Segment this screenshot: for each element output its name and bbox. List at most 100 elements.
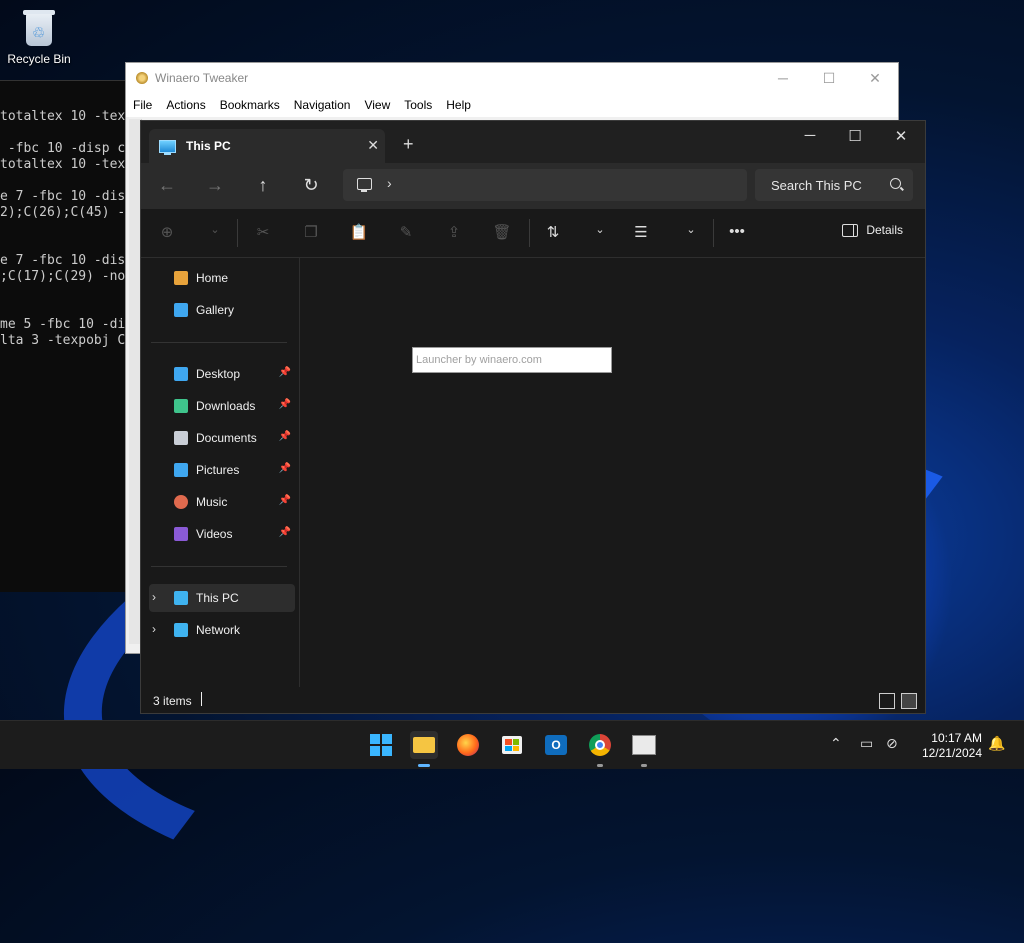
launcher-placeholder: Launcher by winaero.com xyxy=(416,354,542,366)
sidebar-item-desktop[interactable]: Desktop 📌 xyxy=(149,360,295,388)
pin-icon: 📌 xyxy=(278,367,291,378)
tweaker-maximize-button[interactable]: ☐ xyxy=(806,70,852,87)
pin-icon: 📌 xyxy=(278,399,291,410)
copy-icon[interactable]: ❐ xyxy=(299,223,323,241)
clock-date: 12/21/2024 xyxy=(921,746,982,760)
this-pc-icon xyxy=(159,139,176,155)
menu-file[interactable]: File xyxy=(126,98,159,112)
sidebar-item-label: Videos xyxy=(196,527,233,541)
tweaker-close-button[interactable]: ✕ xyxy=(852,70,898,87)
file-list-pane[interactable]: Launcher by winaero.com xyxy=(300,258,924,688)
expand-chevron-icon[interactable]: › xyxy=(152,590,156,604)
refresh-button[interactable]: ↻ xyxy=(299,175,323,196)
file-explorer-icon[interactable] xyxy=(410,731,438,767)
show-hidden-icons-icon[interactable]: ⌃ xyxy=(830,735,842,752)
notifications-bell-icon[interactable]: 🔔 xyxy=(988,735,1005,752)
expand-chevron-icon[interactable]: › xyxy=(152,622,156,636)
navigation-bar: ← → ↑ ↻ › Search This PC xyxy=(141,163,925,209)
more-options-icon[interactable]: ••• xyxy=(725,223,749,240)
item-count: 3 items xyxy=(153,694,192,708)
network-icon xyxy=(174,623,188,637)
details-pane-button[interactable]: Details xyxy=(842,223,903,237)
delete-icon[interactable]: 🗑 xyxy=(490,223,514,241)
sidebar-item-videos[interactable]: Videos 📌 xyxy=(149,520,295,548)
launcher-input[interactable]: Launcher by winaero.com xyxy=(412,347,612,373)
desktop-icon-recycle-bin[interactable]: ♲ Recycle Bin xyxy=(4,6,74,66)
close-tab-icon[interactable]: ✕ xyxy=(367,137,379,154)
downloads-icon xyxy=(174,399,188,413)
desktop-icon-label: Recycle Bin xyxy=(7,52,71,66)
share-icon[interactable]: ⇪ xyxy=(442,223,466,241)
details-label: Details xyxy=(866,223,903,237)
status-divider xyxy=(201,692,202,706)
firefox-icon[interactable] xyxy=(454,731,482,759)
search-box[interactable]: Search This PC xyxy=(755,169,913,201)
sidebar-item-label: Downloads xyxy=(196,399,256,413)
sidebar-item-label: Pictures xyxy=(196,463,240,477)
tab-this-pc[interactable]: This PC ✕ xyxy=(149,129,385,163)
paste-icon[interactable]: 📋 xyxy=(347,223,371,241)
address-bar[interactable]: › xyxy=(343,169,747,201)
breadcrumb-chevron-icon[interactable]: › xyxy=(387,175,392,191)
taskbar: O ⌃ ▭ ⊘ 10:17 AM 12/21/2024 🔔 xyxy=(0,720,1024,769)
gallery-icon xyxy=(174,303,188,317)
menu-actions[interactable]: Actions xyxy=(159,98,212,112)
sidebar-item-label: Documents xyxy=(196,431,257,445)
sidebar-item-label: Music xyxy=(196,495,228,509)
network-status-icon[interactable]: ⊘ xyxy=(886,735,898,752)
menu-help[interactable]: Help xyxy=(439,98,478,112)
sidebar-item-home[interactable]: Home xyxy=(149,264,295,292)
new-item-icon[interactable]: ⊕ xyxy=(155,223,179,241)
status-bar: 3 items xyxy=(141,687,925,713)
new-dropdown-icon[interactable]: ⌄ xyxy=(203,223,227,236)
command-bar: ⊕ ⌄ ✂ ❐ 📋 ✎ ⇪ 🗑 ⇅ ⌄ ☰ ⌄ ••• Details xyxy=(141,209,925,258)
cut-icon[interactable]: ✂ xyxy=(251,223,275,241)
sidebar-item-network[interactable]: › Network xyxy=(149,616,295,644)
tab-title: This PC xyxy=(186,139,231,153)
terminal-window[interactable]: totaltex 10 -tex -fbc 10 -disp c totalte… xyxy=(0,80,140,592)
videos-icon xyxy=(174,527,188,541)
view-dropdown-icon[interactable]: ⌄ xyxy=(679,223,703,236)
display-icon[interactable]: ▭ xyxy=(860,735,873,752)
menu-view[interactable]: View xyxy=(357,98,397,112)
recycle-bin-icon: ♲ xyxy=(22,8,56,48)
winaero-logo-icon xyxy=(136,72,148,84)
clock-time: 10:17 AM xyxy=(931,731,982,745)
winaero-icon[interactable] xyxy=(630,731,658,767)
back-button[interactable]: ← xyxy=(155,175,179,196)
sidebar-item-downloads[interactable]: Downloads 📌 xyxy=(149,392,295,420)
store-icon[interactable] xyxy=(498,731,526,759)
new-tab-button[interactable]: + xyxy=(403,134,414,155)
tweaker-title-bar[interactable]: Winaero Tweaker ─ ☐ ✕ xyxy=(126,63,898,93)
start-icon[interactable] xyxy=(367,731,395,759)
sidebar-item-this-pc[interactable]: › This PC xyxy=(149,584,295,612)
sidebar-item-music[interactable]: Music 📌 xyxy=(149,488,295,516)
maximize-button[interactable]: ☐ xyxy=(840,127,870,145)
details-pane-icon xyxy=(842,223,859,237)
rename-icon[interactable]: ✎ xyxy=(394,223,418,241)
sidebar-item-gallery[interactable]: Gallery xyxy=(149,296,295,324)
file-explorer-window[interactable]: This PC ✕ + ─ ☐ ✕ ← → ↑ ↻ › Search This … xyxy=(140,120,926,714)
pin-icon: 📌 xyxy=(278,463,291,474)
chrome-icon[interactable] xyxy=(586,731,614,767)
sidebar-item-documents[interactable]: Documents 📌 xyxy=(149,424,295,452)
menu-tools[interactable]: Tools xyxy=(397,98,439,112)
sort-dropdown-icon[interactable]: ⌄ xyxy=(588,223,612,236)
details-view-icon[interactable] xyxy=(879,693,895,709)
sidebar-item-label: Gallery xyxy=(196,303,235,317)
sidebar-item-pictures[interactable]: Pictures 📌 xyxy=(149,456,295,484)
minimize-button[interactable]: ─ xyxy=(795,127,825,144)
tiles-view-icon[interactable] xyxy=(901,693,917,709)
forward-button[interactable]: → xyxy=(203,175,227,196)
view-icon[interactable]: ☰ xyxy=(629,223,653,241)
monitor-icon xyxy=(357,178,372,192)
menu-bookmarks[interactable]: Bookmarks xyxy=(213,98,287,112)
tweaker-minimize-button[interactable]: ─ xyxy=(760,70,806,86)
outlook-icon[interactable]: O xyxy=(542,731,570,759)
up-button[interactable]: ↑ xyxy=(251,175,275,196)
pin-icon: 📌 xyxy=(278,527,291,538)
clock[interactable]: 10:17 AM 12/21/2024 xyxy=(922,731,982,761)
menu-navigation[interactable]: Navigation xyxy=(287,98,358,112)
sort-icon[interactable]: ⇅ xyxy=(541,223,565,241)
close-button[interactable]: ✕ xyxy=(886,127,916,145)
